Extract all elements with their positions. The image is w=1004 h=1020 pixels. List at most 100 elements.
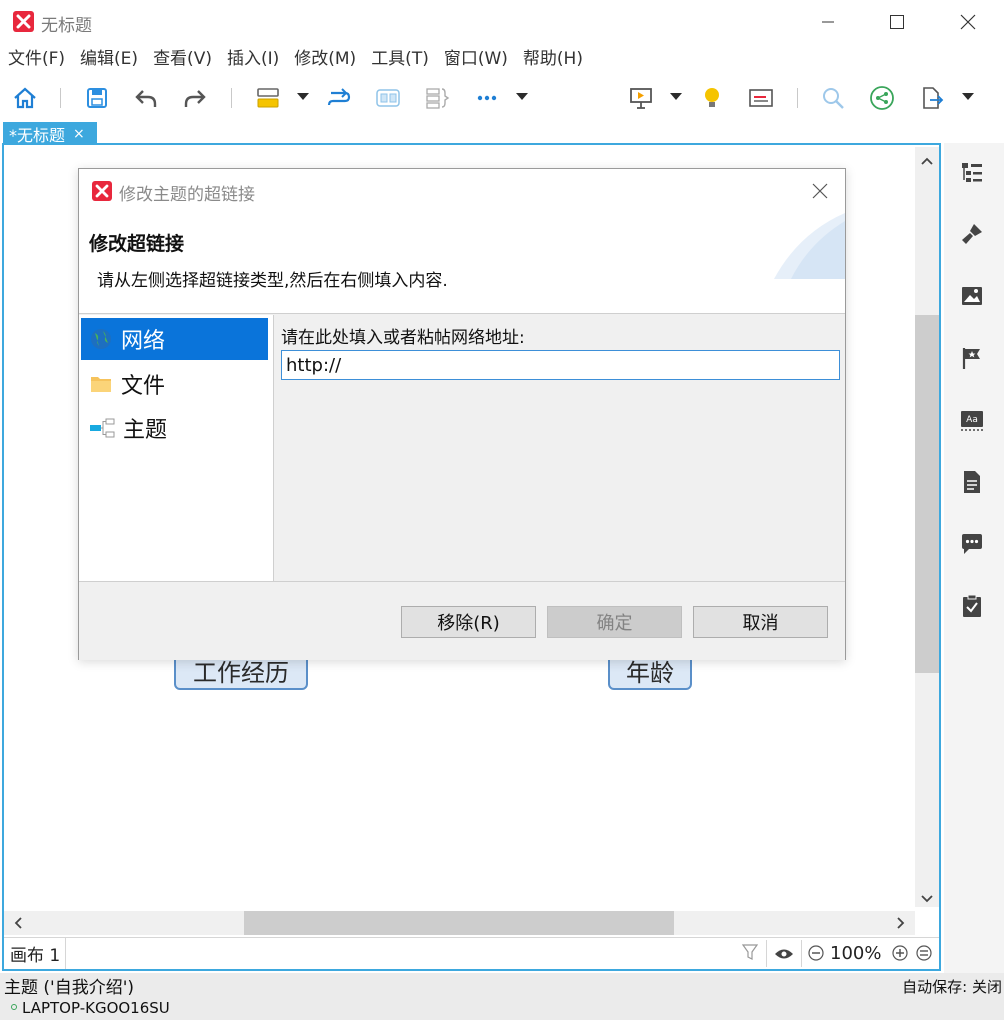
scroll-up-icon[interactable] <box>915 149 939 173</box>
status-separator <box>766 940 767 967</box>
menu-insert[interactable]: 插入(I) <box>219 44 286 74</box>
link-detail-panel: 请在此处填入或者粘帖网络地址: <box>275 315 845 581</box>
format-brush-icon[interactable] <box>958 220 986 248</box>
app-status-bar: 主题 ('自我介绍') 自动保存: 关闭 LAPTOP-KGOO16SU <box>0 973 1004 1020</box>
toolbar-separator <box>60 88 61 108</box>
scroll-right-icon[interactable] <box>889 911 913 935</box>
layout-icon <box>749 89 773 107</box>
export-button[interactable] <box>917 83 947 113</box>
autosave-status[interactable]: 自动保存: 关闭 <box>902 976 1002 997</box>
outline-icon[interactable] <box>958 158 986 186</box>
menu-bar: 文件(F) 编辑(E) 查看(V) 插入(I) 修改(M) 工具(T) 窗口(W… <box>0 44 1004 74</box>
editor-tab-label: *无标题 <box>9 125 66 145</box>
toolbar-separator <box>797 88 798 108</box>
undo-icon <box>135 90 157 107</box>
more-button[interactable] <box>472 83 502 113</box>
undo-button[interactable] <box>131 83 161 113</box>
editor-tab[interactable]: *无标题 × <box>3 122 97 145</box>
link-type-list: 网络 文件 主题 <box>79 315 274 581</box>
search-button[interactable] <box>818 83 848 113</box>
dialog-header: 修改超链接 请从左侧选择超链接类型,然后在右侧填入内容. <box>79 213 845 314</box>
search-icon <box>823 88 844 109</box>
presentation-icon <box>630 88 652 109</box>
link-type-file[interactable]: 文件 <box>81 363 268 405</box>
remove-button[interactable]: 移除(R) <box>401 606 536 638</box>
relationship-button[interactable] <box>324 83 354 113</box>
user-name: LAPTOP-KGOO16SU <box>22 999 170 1017</box>
menu-modify[interactable]: 修改(M) <box>286 44 363 74</box>
menu-window[interactable]: 窗口(W) <box>436 44 515 74</box>
fit-icon[interactable] <box>916 945 932 965</box>
link-type-label: 网络 <box>121 329 166 354</box>
summary-button[interactable] <box>422 83 452 113</box>
window-title: 无标题 <box>41 16 92 36</box>
boundary-button[interactable] <box>373 83 403 113</box>
menu-tools[interactable]: 工具(T) <box>363 44 436 74</box>
redo-button[interactable] <box>180 83 210 113</box>
zoom-in-icon[interactable] <box>892 945 908 965</box>
cancel-button[interactable]: 取消 <box>693 606 828 638</box>
tab-close-icon[interactable]: × <box>73 126 85 142</box>
more-dropdown[interactable] <box>516 93 528 100</box>
insert-topic-button[interactable] <box>253 83 283 113</box>
idea-icon <box>705 88 719 107</box>
summary-icon <box>426 88 450 109</box>
dialog-footer: 移除(R) 确定 取消 <box>79 581 845 660</box>
filter-icon[interactable] <box>741 943 759 965</box>
link-type-topic[interactable]: 主题 <box>81 407 268 449</box>
link-type-label: 文件 <box>121 374 166 399</box>
save-button[interactable] <box>82 83 112 113</box>
home-button[interactable] <box>10 83 40 113</box>
insert-topic-icon <box>257 88 279 108</box>
topic-icon <box>90 418 115 438</box>
comment-icon[interactable] <box>958 530 986 558</box>
link-type-web[interactable]: 网络 <box>81 318 268 360</box>
notes-icon[interactable] <box>958 468 986 496</box>
horizontal-scroll-thumb[interactable] <box>244 911 674 935</box>
globe-icon <box>91 329 111 349</box>
presentation-button[interactable] <box>626 83 656 113</box>
export-dropdown[interactable] <box>962 93 974 100</box>
idea-button[interactable] <box>697 83 727 113</box>
dialog-description: 请从左侧选择超链接类型,然后在右侧填入内容. <box>97 271 448 291</box>
url-input[interactable] <box>281 350 840 380</box>
minimize-button[interactable] <box>793 0 863 44</box>
maximize-button[interactable] <box>862 0 932 44</box>
share-icon <box>870 86 894 110</box>
link-type-label: 主题 <box>123 418 168 443</box>
scroll-down-icon[interactable] <box>915 887 939 911</box>
vertical-scrollbar[interactable] <box>915 147 939 907</box>
share-button[interactable] <box>867 83 897 113</box>
menu-help[interactable]: 帮助(H) <box>515 44 590 74</box>
marker-flag-icon[interactable] <box>958 344 986 372</box>
layout-button[interactable] <box>746 83 776 113</box>
ok-button[interactable]: 确定 <box>547 606 682 638</box>
horizontal-scrollbar[interactable] <box>4 911 915 935</box>
status-separator <box>801 940 802 967</box>
zoom-level: 100% <box>830 943 882 964</box>
folder-icon <box>91 377 111 392</box>
text-style-icon[interactable]: Aa <box>958 406 986 434</box>
zoom-out-icon[interactable] <box>808 945 824 965</box>
home-icon <box>14 87 36 109</box>
boundary-icon <box>376 89 400 107</box>
image-icon[interactable] <box>958 282 986 310</box>
header-decoration <box>774 213 845 279</box>
menu-edit[interactable]: 编辑(E) <box>72 44 145 74</box>
scroll-left-icon[interactable] <box>6 911 30 935</box>
vertical-scroll-thumb[interactable] <box>915 315 939 673</box>
presentation-dropdown[interactable] <box>670 93 682 100</box>
menu-file[interactable]: 文件(F) <box>0 44 72 74</box>
toolbar-separator <box>231 88 232 108</box>
dialog-close-icon[interactable] <box>811 182 829 204</box>
title-bar: 无标题 <box>0 0 1004 44</box>
online-dot-icon <box>11 1004 17 1010</box>
close-button[interactable] <box>933 0 1003 44</box>
maximize-icon <box>890 15 904 29</box>
insert-topic-dropdown[interactable] <box>297 93 309 100</box>
eye-icon[interactable] <box>774 946 794 965</box>
menu-view[interactable]: 查看(V) <box>145 44 219 74</box>
sheet-tab[interactable]: 画布 1 <box>4 938 66 969</box>
minimize-icon <box>822 21 834 23</box>
task-icon[interactable] <box>958 592 986 620</box>
